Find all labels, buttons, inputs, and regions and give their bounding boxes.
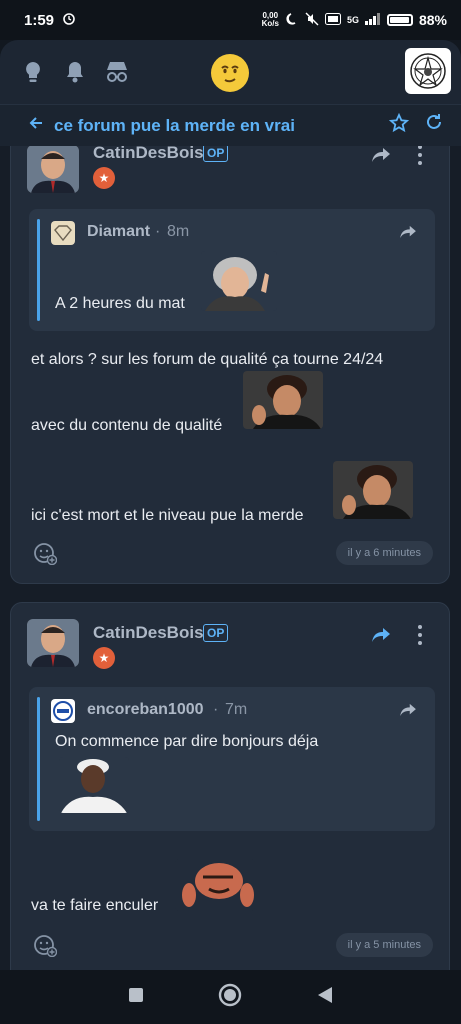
topic-header: ce forum pue la merde en vrai: [0, 104, 461, 146]
bell-icon[interactable]: [60, 57, 90, 87]
system-nav-bar: [0, 970, 461, 1024]
quote-time: 8m: [167, 223, 190, 240]
quote-share-icon[interactable]: [399, 703, 417, 722]
quoted-message[interactable]: encoreban1000 · 7m On commence par dire …: [29, 687, 435, 831]
quote-author: Diamant: [87, 223, 151, 240]
sticker-image: [333, 461, 413, 519]
author-name[interactable]: CatinDesBois: [93, 623, 204, 643]
quote-separator: ·: [213, 701, 219, 718]
post-feed[interactable]: CatinDesBois OP ★ Diamant · 8m A 2 heure…: [0, 146, 461, 970]
post-text-line: va te faire enculer: [31, 897, 159, 914]
battery-percent: 88%: [418, 12, 447, 28]
author-avatar[interactable]: [27, 146, 79, 193]
more-options-icon[interactable]: [417, 146, 423, 169]
home-icon[interactable]: [218, 983, 242, 1012]
quote-text: On commence par dire bonjours déja: [55, 733, 319, 750]
rank-badge-icon: ★: [93, 167, 115, 189]
share-icon[interactable]: [371, 147, 391, 168]
quote-bar: [37, 697, 40, 821]
signal-label: 5G: [346, 15, 359, 25]
volte-icon: [324, 12, 341, 28]
author-name[interactable]: CatinDesBois: [93, 146, 204, 163]
op-badge: OP: [203, 624, 229, 642]
sticker-image: [175, 859, 255, 911]
diamond-avatar-icon: [51, 221, 75, 245]
quote-separator: ·: [155, 223, 161, 240]
smiley-logo-icon[interactable]: [211, 54, 249, 92]
star-icon[interactable]: [388, 112, 410, 138]
rank-badge-icon: ★: [93, 647, 115, 669]
add-reaction-icon[interactable]: [33, 541, 58, 566]
signal-icon: [364, 12, 381, 28]
refresh-icon[interactable]: [425, 113, 443, 138]
clock: 1:59: [24, 11, 55, 29]
post-card: CatinDesBois OP ★ encoreban1000 · 7m On …: [10, 602, 450, 970]
app-bar: [0, 40, 461, 104]
op-badge: OP: [203, 146, 229, 162]
quote-bar: [37, 219, 40, 321]
quoted-message[interactable]: Diamant · 8m A 2 heures du mat: [29, 209, 435, 331]
quote-text: A 2 heures du mat: [55, 295, 185, 312]
incognito-icon[interactable]: [102, 57, 132, 87]
quote-share-icon[interactable]: [399, 225, 417, 244]
author-avatar[interactable]: [27, 619, 79, 667]
recents-icon[interactable]: [127, 986, 145, 1009]
post-text-line: avec du contenu de qualité: [31, 417, 223, 434]
sticker-image: [59, 757, 129, 813]
battery-icon: [386, 14, 413, 26]
moon-icon: [285, 12, 299, 29]
add-reaction-icon[interactable]: [33, 933, 58, 958]
quote-author: encoreban1000: [87, 701, 204, 718]
post-timestamp: il y a 6 minutes: [335, 541, 433, 565]
status-bar: 1:59 0,00 Ko/s 5G 88%: [0, 0, 461, 40]
mute-icon: [305, 12, 319, 29]
sticker-image: [243, 371, 323, 429]
back-icon[interactable]: [316, 985, 334, 1010]
post-timestamp: il y a 5 minutes: [335, 933, 433, 957]
sticker-image: [201, 251, 277, 311]
alarm-icon: [62, 11, 76, 29]
share-icon[interactable]: [371, 627, 391, 648]
topic-title: ce forum pue la merde en vrai: [54, 115, 295, 135]
post-text-line: ici c'est mort et le niveau pue la merde: [31, 507, 304, 524]
post-card: CatinDesBois OP ★ Diamant · 8m A 2 heure…: [10, 146, 450, 584]
profile-avatar[interactable]: [405, 48, 451, 94]
encoreban-avatar-icon: [51, 699, 75, 723]
post-text-line: et alors ? sur les forum de qualité ça t…: [31, 351, 384, 368]
network-speed: 0,00 Ko/s: [261, 11, 279, 28]
back-arrow-icon[interactable]: [28, 115, 44, 136]
lightbulb-icon[interactable]: [18, 57, 48, 87]
quote-time: 7m: [225, 701, 248, 718]
more-options-icon[interactable]: [417, 625, 423, 649]
